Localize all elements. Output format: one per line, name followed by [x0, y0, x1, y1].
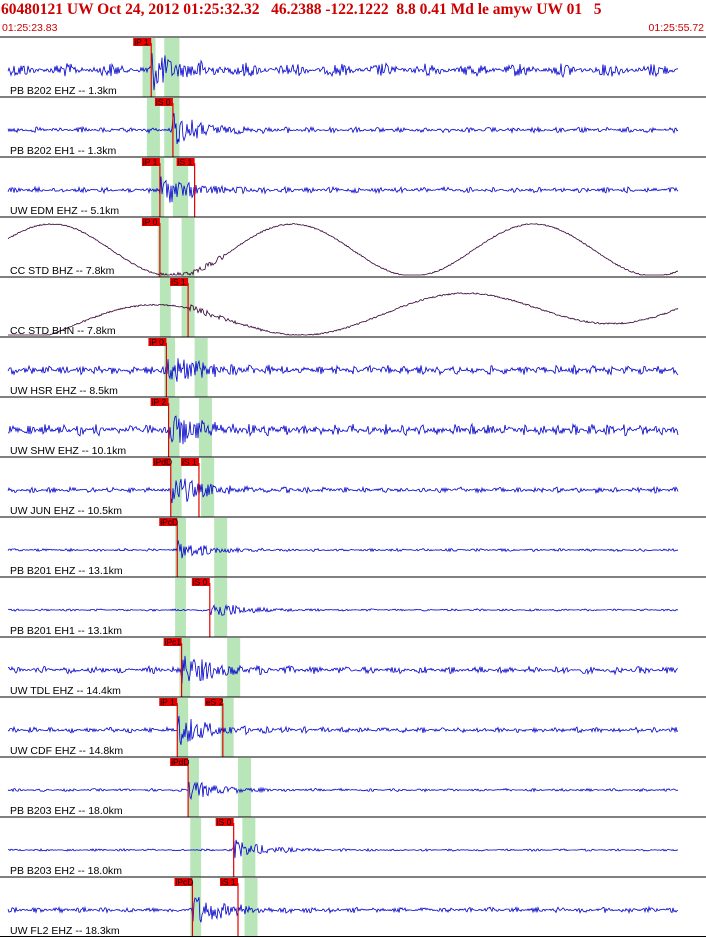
phase-pick-label: iP 0 — [143, 217, 158, 227]
trace-panel[interactable]: iPdD iS 1 UW JUN EHZ -- 10.5km — [0, 456, 706, 517]
trace-panel[interactable]: iP 2 UW SHW EHZ -- 10.1km — [0, 396, 706, 457]
pick-window — [159, 278, 171, 337]
trace-panel[interactable]: iS 0 PB B201 EH1 -- 13.1km — [0, 576, 706, 637]
trace-panel[interactable]: iP 1 iS 1 UW EDM EHZ -- 5.1km — [0, 156, 706, 217]
station-label: UW SHW EHZ -- 10.1km — [10, 445, 126, 457]
trace-panel[interactable]: iP 0 CC STD BHZ -- 7.8km — [0, 216, 706, 277]
phase-pick-label: iS 0 — [217, 817, 232, 827]
station-label: CC STD BHN -- 7.8km — [10, 325, 116, 337]
phase-pick-label: iS 0 — [193, 577, 208, 587]
phase-pick-label: iPdD — [171, 757, 189, 767]
station-label: UW JUN EHZ -- 10.5km — [10, 505, 122, 517]
phase-pick-label: iP 2 — [152, 397, 167, 407]
station-label: PB B203 EHZ -- 18.0km — [10, 805, 123, 817]
trace-panel[interactable]: iS 0 PB B202 EH1 -- 1.3km — [0, 96, 706, 157]
station-label: UW CDF EHZ -- 14.8km — [10, 745, 123, 757]
phase-pick-label: iPc1 — [165, 637, 182, 647]
trace-panel[interactable]: iPcD PB B201 EHZ -- 13.1km — [0, 516, 706, 577]
pick-window — [175, 578, 186, 637]
phase-pick-label: iS 1 — [221, 877, 236, 887]
waveform-trace[interactable] — [7, 478, 679, 504]
phase-pick-label: iS 1 — [171, 277, 186, 287]
station-label: CC STD BHZ -- 7.8km — [10, 265, 115, 277]
trace-panel[interactable]: iS 0 PB B203 EH2 -- 18.0km — [0, 816, 706, 877]
phase-pick-label: eS 2 — [206, 697, 224, 707]
trace-panel[interactable]: iPc1 UW TDL EHZ -- 14.4km — [0, 636, 706, 697]
station-label: UW HSR EHZ -- 8.5km — [10, 385, 118, 397]
pick-window — [214, 518, 228, 577]
waveform-trace[interactable] — [7, 896, 679, 923]
waveform-trace[interactable] — [7, 781, 679, 801]
trace-panel[interactable]: iPcD iS 1 UW FL2 EHZ -- 18.3km — [0, 876, 706, 937]
waveform-trace[interactable] — [8, 839, 679, 858]
waveform-trace[interactable] — [7, 715, 679, 745]
station-label: PB B202 EHZ -- 1.3km — [10, 85, 117, 97]
station-label: UW EDM EHZ -- 5.1km — [10, 205, 119, 217]
waveform-trace[interactable] — [7, 540, 679, 559]
phase-pick-label: iS 1 — [178, 157, 193, 167]
station-label: UW FL2 EHZ -- 18.3km — [10, 925, 120, 937]
waveform-trace[interactable] — [7, 176, 679, 203]
station-label: UW TDL EHZ -- 14.4km — [10, 685, 121, 697]
station-label: PB B201 EH1 -- 13.1km — [10, 625, 122, 637]
waveform-trace[interactable] — [7, 655, 679, 684]
phase-pick-label: iP 1 — [134, 37, 149, 47]
trace-panel[interactable]: iP 1 PB B202 EHZ -- 1.3km — [0, 36, 706, 97]
phase-pick-label: iP 1 — [160, 697, 175, 707]
trace-panel[interactable]: iPdD PB B203 EHZ -- 18.0km — [0, 756, 706, 817]
trace-panel[interactable]: iP 1 eS 2 UW CDF EHZ -- 14.8km — [0, 696, 706, 757]
phase-pick-label: iS 0 — [156, 97, 171, 107]
phase-pick-label: iPdD — [154, 457, 172, 467]
phase-pick-label: iPcD — [160, 517, 178, 527]
station-label: PB B203 EH2 -- 18.0km — [10, 865, 122, 877]
phase-pick-label: iP 0 — [149, 337, 164, 347]
pick-window — [198, 398, 212, 457]
trace-panel[interactable]: iP 0 UW HSR EHZ -- 8.5km — [0, 336, 706, 397]
trace-panels[interactable]: iP 1 PB B202 EHZ -- 1.3km iS 0 PB B202 EH1 … — [0, 0, 706, 938]
phase-pick-label: iS 1 — [182, 457, 197, 467]
pick-window — [190, 818, 202, 877]
phase-pick-label: iPcD — [175, 877, 193, 887]
pick-window — [181, 218, 195, 277]
waveform-trace[interactable] — [7, 415, 679, 445]
phase-pick-label: iP 1 — [143, 157, 158, 167]
station-label: PB B202 EH1 -- 1.3km — [10, 145, 116, 157]
waveform-trace[interactable] — [7, 113, 679, 145]
station-label: PB B201 EHZ -- 13.1km — [10, 565, 123, 577]
waveform-trace[interactable] — [7, 604, 679, 616]
seismogram-viewer: 60480121 UW Oct 24, 2012 01:25:32.32 46.… — [0, 0, 706, 938]
waveform-trace[interactable] — [7, 358, 679, 382]
trace-panel[interactable]: iS 1 CC STD BHN -- 7.8km — [0, 276, 706, 337]
pick-window — [238, 758, 252, 817]
pick-window — [164, 38, 180, 97]
